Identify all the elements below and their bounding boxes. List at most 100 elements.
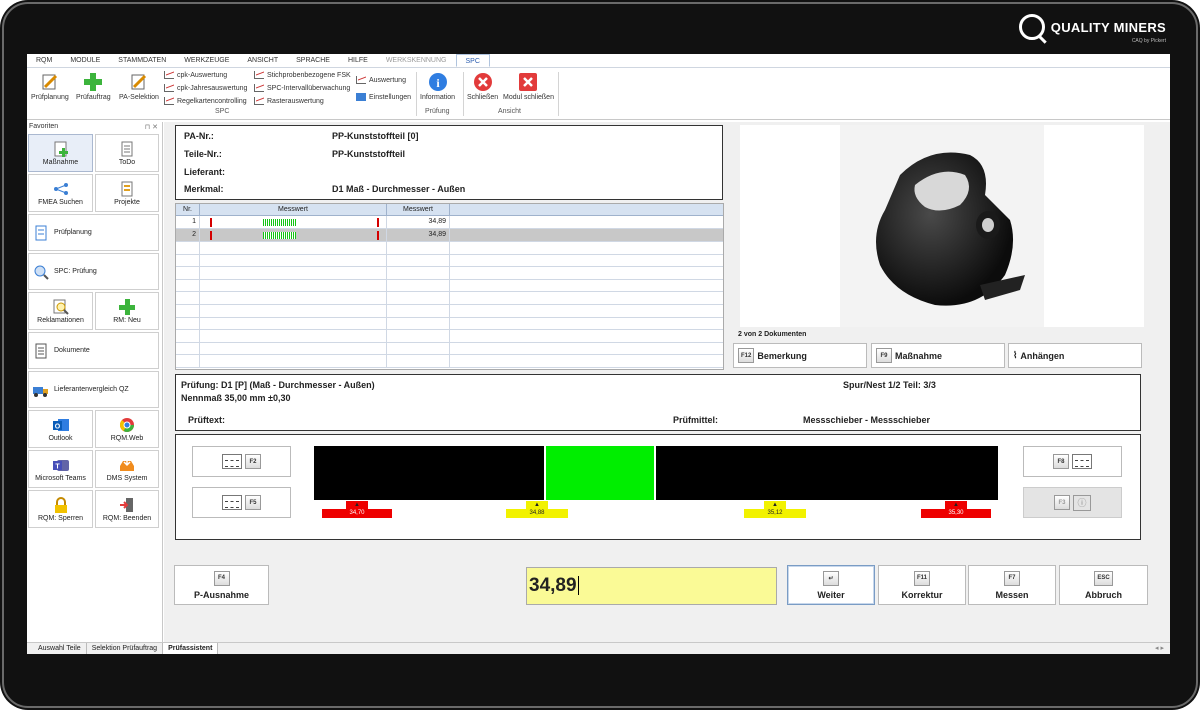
f8-button[interactable]: F8 (1023, 446, 1122, 477)
ribbon-pruefplanung-button[interactable]: Prüfplanung (31, 72, 69, 101)
document-viewer[interactable] (740, 125, 1144, 327)
menu-sprache[interactable]: SPRACHE (287, 54, 339, 67)
empty-cell (200, 254, 387, 268)
empty-table-row (176, 330, 723, 343)
settings-icon (356, 93, 366, 101)
empty-table-row (176, 242, 723, 255)
ribbon-schliessen-button[interactable]: Schließen (467, 72, 498, 101)
pin-icon[interactable]: ⊓ ✕ (145, 123, 158, 131)
fav-dms-label: DMS System (106, 474, 148, 482)
ribbon-einstellungen[interactable]: Einstellungen (356, 93, 411, 101)
tab-scroll-arrows[interactable]: ◂ ▸ (1155, 644, 1164, 652)
menu-rqm[interactable]: RQM (27, 54, 61, 67)
fav-dms[interactable]: DMS System (95, 450, 159, 488)
fav-fmea[interactable]: FMEA Suchen (28, 174, 93, 212)
f2-button[interactable]: F2 (192, 446, 291, 477)
fav-rqmweb[interactable]: RQM.Web (95, 410, 159, 448)
weiter-button[interactable]: ↵ Weiter (787, 565, 875, 605)
anhaengen-button[interactable]: ⌇ Anhängen (1008, 343, 1142, 368)
fav-beenden[interactable]: RQM: Beenden (95, 490, 159, 528)
menu-werkzeuge[interactable]: WERKZEUGE (175, 54, 238, 67)
ribbon-information-button[interactable]: i Information (420, 72, 455, 101)
menu-module[interactable]: MODULE (61, 54, 109, 67)
menu-spc[interactable]: SPC (455, 54, 490, 67)
bemerkung-button[interactable]: F12 Bemerkung (733, 343, 867, 368)
korrektur-button[interactable]: F11 Korrektur (878, 565, 966, 605)
fav-projekte[interactable]: Projekte (95, 174, 159, 212)
empty-cell (176, 355, 200, 368)
inbox-icon (120, 456, 134, 471)
empty-cell (200, 305, 387, 318)
col-messwert-bar[interactable]: Messwert (200, 204, 387, 216)
col-nr[interactable]: Nr. (176, 204, 200, 216)
col-messwert[interactable]: Messwert (387, 204, 450, 216)
fav-pruefplanung[interactable]: Prüfplanung (28, 214, 159, 251)
f5-key: F5 (245, 495, 261, 510)
measurement-grid[interactable]: Nr. Messwert Messwert 1 34,89 2 34,89 (175, 203, 724, 370)
messen-button[interactable]: F7 Messen (968, 565, 1056, 605)
tolerance-bar (314, 446, 998, 500)
empty-table-row (176, 355, 723, 368)
ribbon-einstellungen-label: Einstellungen (369, 93, 412, 101)
ribbon-pruefauftrag-button[interactable]: Prüfauftrag (76, 72, 111, 101)
abbruch-label: Abbruch (1085, 589, 1122, 600)
tolerance-gauge-box: F2 F5 ▲ 34,70 ▲ 34,88 ▲ 35,12 ▲ 35,30 F8… (175, 434, 1141, 540)
p-ausnahme-button[interactable]: F4 P-Ausnahme (174, 565, 269, 605)
favorites-title: Favoriten (29, 123, 59, 130)
ribbon-raster-label: Rasterauswertung (267, 97, 324, 105)
fav-rmneu-label: RM: Neu (113, 316, 141, 324)
fav-spc[interactable]: SPC: Prüfung (28, 253, 159, 290)
chart-icon (254, 71, 264, 79)
ribbon-stichproben[interactable]: Stichprobenbezogene FSK (254, 71, 351, 79)
ribbon-schliessen-label: Schließen (467, 94, 499, 101)
fav-dokumente[interactable]: Dokumente (28, 332, 159, 369)
ribbon-raster[interactable]: Rasterauswertung (254, 97, 324, 105)
empty-cell (176, 267, 200, 280)
fav-massnahme[interactable]: Maßnahme (28, 134, 93, 172)
menu-stammdaten[interactable]: STAMMDATEN (109, 54, 175, 67)
tab-auswahl-teile[interactable]: Auswahl Teile (33, 643, 87, 654)
ribbon-regelkarten[interactable]: Regelkartencontrolling (164, 97, 247, 105)
ribbon-cpk-jahres[interactable]: cpk-Jahresauswertung (164, 84, 247, 92)
tab-selektion-pruefauftrag[interactable]: Selektion Prüfauftrag (87, 643, 164, 654)
ribbon-intervall[interactable]: SPC-Intervallüberwachung (254, 84, 350, 92)
triangle-up-icon: ▲ (526, 501, 548, 509)
svg-text:O: O (54, 423, 60, 430)
empty-cell (176, 330, 200, 343)
abbruch-button[interactable]: ESC Abbruch (1059, 565, 1148, 605)
menu-hilfe[interactable]: HILFE (339, 54, 377, 67)
empty-table-row (176, 342, 723, 356)
fav-teams[interactable]: T Microsoft Teams (28, 450, 93, 488)
truck-icon (33, 386, 48, 397)
ribbon-modul-schliessen-label: Modul schließen (503, 94, 554, 101)
f5-button[interactable]: F5 (192, 487, 291, 518)
project-icon (121, 181, 133, 196)
menu-ansicht[interactable]: ANSICHT (238, 54, 287, 67)
fav-lieferanten[interactable]: Lieferantenvergleich QZ (28, 371, 159, 408)
ribbon-modul-schliessen-button[interactable]: Modul schließen (503, 72, 554, 101)
ribbon-auswertung[interactable]: Auswertung (356, 76, 406, 84)
table-row[interactable]: 2 34,89 (176, 229, 723, 242)
empty-cell (387, 292, 450, 305)
ribbon-cpk-auswertung-label: cpk-Auswertung (177, 71, 228, 79)
fav-reklamationen[interactable]: Reklamationen (28, 292, 93, 330)
ribbon-paselektion-button[interactable]: PA-Selektion (119, 72, 159, 101)
plus-icon (83, 72, 103, 92)
document-list-icon (1072, 454, 1092, 469)
fav-todo[interactable]: ToDo (95, 134, 159, 172)
fav-rmneu[interactable]: RM: Neu (95, 292, 159, 330)
measurement-input[interactable]: 34,89 (526, 567, 777, 605)
ribbon-cpk-jahres-label: cpk-Jahresauswertung (177, 84, 248, 92)
pruefmittel-label: Prüfmittel: (673, 415, 718, 425)
table-row[interactable]: 1 34,89 (176, 216, 723, 229)
fav-outlook[interactable]: O Outlook (28, 410, 93, 448)
f2-key: F2 (245, 454, 261, 469)
massnahme-button[interactable]: F9 Maßnahme (871, 343, 1005, 368)
fav-massnahme-label: Maßnahme (42, 158, 79, 166)
tab-pruefassistent[interactable]: Prüfassistent (163, 643, 219, 654)
ribbon-stichproben-label: Stichprobenbezogene FSK (267, 71, 351, 79)
ribbon-cpk-auswertung[interactable]: cpk-Auswertung (164, 71, 227, 79)
chart-icon (164, 97, 174, 105)
fav-sperren[interactable]: RQM: Sperren (28, 490, 93, 528)
empty-cell (387, 355, 450, 368)
